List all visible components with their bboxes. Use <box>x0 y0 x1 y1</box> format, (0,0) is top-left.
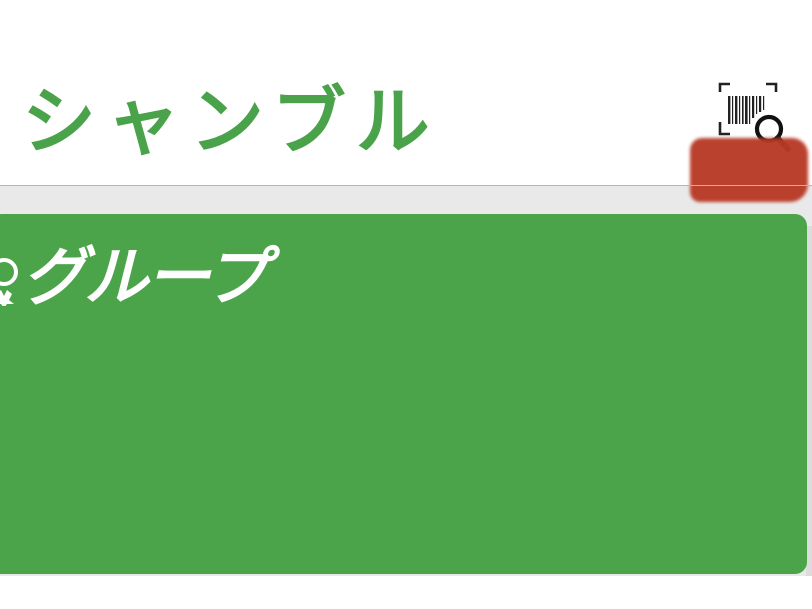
banner-logo-text: グループ <box>22 241 268 315</box>
redaction-mark <box>690 138 808 202</box>
app-header: シャンブル <box>0 0 812 202</box>
page-title: シャンブル <box>22 79 440 165</box>
star-logo-icon <box>0 258 18 306</box>
bottom-area <box>0 576 812 609</box>
banner-logo: グループ <box>0 238 268 318</box>
app-screen: シャンブル グループ <box>0 0 812 609</box>
header-divider <box>0 185 812 186</box>
